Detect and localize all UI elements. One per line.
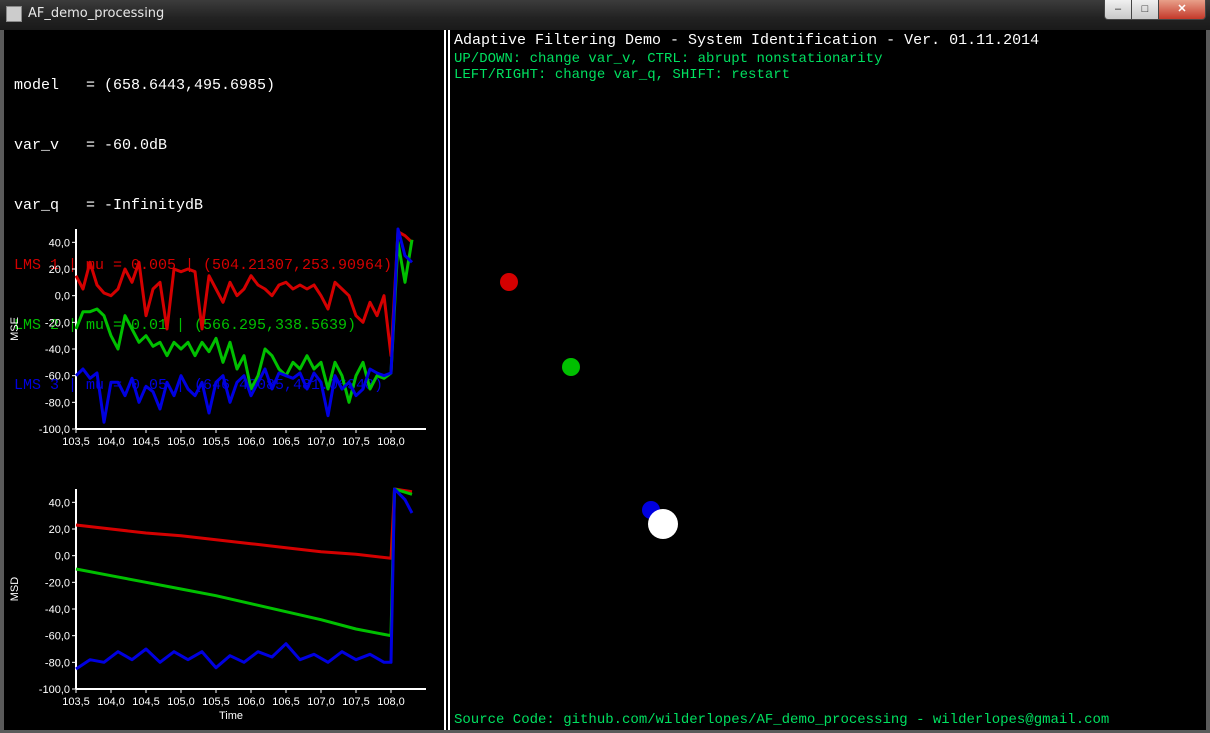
window-title: AF_demo_processing bbox=[28, 6, 165, 21]
msd-y-tick-label: -100,0 bbox=[39, 684, 70, 696]
msd-y-tick-label: 20,0 bbox=[49, 524, 70, 536]
msd-y-tick-label: -20,0 bbox=[45, 577, 70, 589]
mse-series-line-1 bbox=[74, 230, 414, 358]
mse-y-tick-label: 40,0 bbox=[49, 237, 70, 249]
mse-y-tick-label: 0,0 bbox=[55, 291, 70, 303]
msd-x-tick-label: 107,0 bbox=[307, 696, 335, 708]
close-button[interactable]: ✕ bbox=[1158, 0, 1206, 20]
msd-x-tick-label: 106,0 bbox=[237, 696, 265, 708]
mse-y-tick-label: -20,0 bbox=[45, 317, 70, 329]
maximize-button[interactable]: □ bbox=[1131, 0, 1159, 20]
app-icon bbox=[6, 6, 22, 22]
mse-x-tick-label: 104,0 bbox=[97, 436, 125, 448]
plots-svg: 40,020,00,0-20,0-40,0-60,0-80,0-100,0103… bbox=[9, 227, 678, 722]
msd-x-tick-label: 107,5 bbox=[342, 696, 370, 708]
mse-x-tick-label: 104,5 bbox=[132, 436, 160, 448]
mse-x-tick-label: 108,0 bbox=[377, 436, 405, 448]
window-titlebar[interactable]: AF_demo_processing – □ ✕ bbox=[0, 0, 1210, 30]
msd-series-line-1 bbox=[75, 487, 413, 560]
msd-x-tick-label: 108,0 bbox=[377, 696, 405, 708]
mse-series-line-3 bbox=[74, 227, 414, 424]
mse-x-tick-label: 103,5 bbox=[62, 436, 90, 448]
msd-y-tick-label: -60,0 bbox=[45, 631, 70, 643]
mse-x-tick-label: 105,0 bbox=[167, 436, 195, 448]
mse-x-tick-label: 105,5 bbox=[202, 436, 230, 448]
minimize-button[interactable]: – bbox=[1104, 0, 1132, 20]
mse-x-tick-label: 107,5 bbox=[342, 436, 370, 448]
model-dot bbox=[648, 509, 678, 539]
msd-x-axis-label: Time bbox=[219, 710, 243, 722]
msd-x-tick-label: 104,0 bbox=[97, 696, 125, 708]
mse-x-tick-label: 107,0 bbox=[307, 436, 335, 448]
mse-y-tick-label: -80,0 bbox=[45, 397, 70, 409]
mse-y-axis-label: MSE bbox=[9, 317, 21, 341]
mse-y-tick-label: -40,0 bbox=[45, 344, 70, 356]
msd-x-tick-label: 104,5 bbox=[132, 696, 160, 708]
msd-x-tick-label: 103,5 bbox=[62, 696, 90, 708]
mse-y-tick-label: 20,0 bbox=[49, 264, 70, 276]
msd-y-tick-label: 0,0 bbox=[55, 551, 70, 563]
msd-y-axis-label: MSD bbox=[9, 577, 21, 602]
mse-y-tick-label: -60,0 bbox=[45, 371, 70, 383]
sketch-canvas[interactable]: model = (658.6443,495.6985) var_v = -60.… bbox=[4, 30, 1206, 730]
msd-y-tick-label: -80,0 bbox=[45, 657, 70, 669]
msd-x-tick-label: 105,5 bbox=[202, 696, 230, 708]
msd-series-line-2 bbox=[75, 487, 413, 638]
lms1-dot bbox=[500, 273, 518, 291]
mse-y-tick-label: -100,0 bbox=[39, 424, 70, 436]
msd-x-tick-label: 105,0 bbox=[167, 696, 195, 708]
msd-x-tick-label: 106,5 bbox=[272, 696, 300, 708]
mse-x-tick-label: 106,5 bbox=[272, 436, 300, 448]
mse-x-tick-label: 106,0 bbox=[237, 436, 265, 448]
msd-y-tick-label: 40,0 bbox=[49, 497, 70, 509]
lms2-dot bbox=[562, 358, 580, 376]
msd-y-tick-label: -40,0 bbox=[45, 604, 70, 616]
